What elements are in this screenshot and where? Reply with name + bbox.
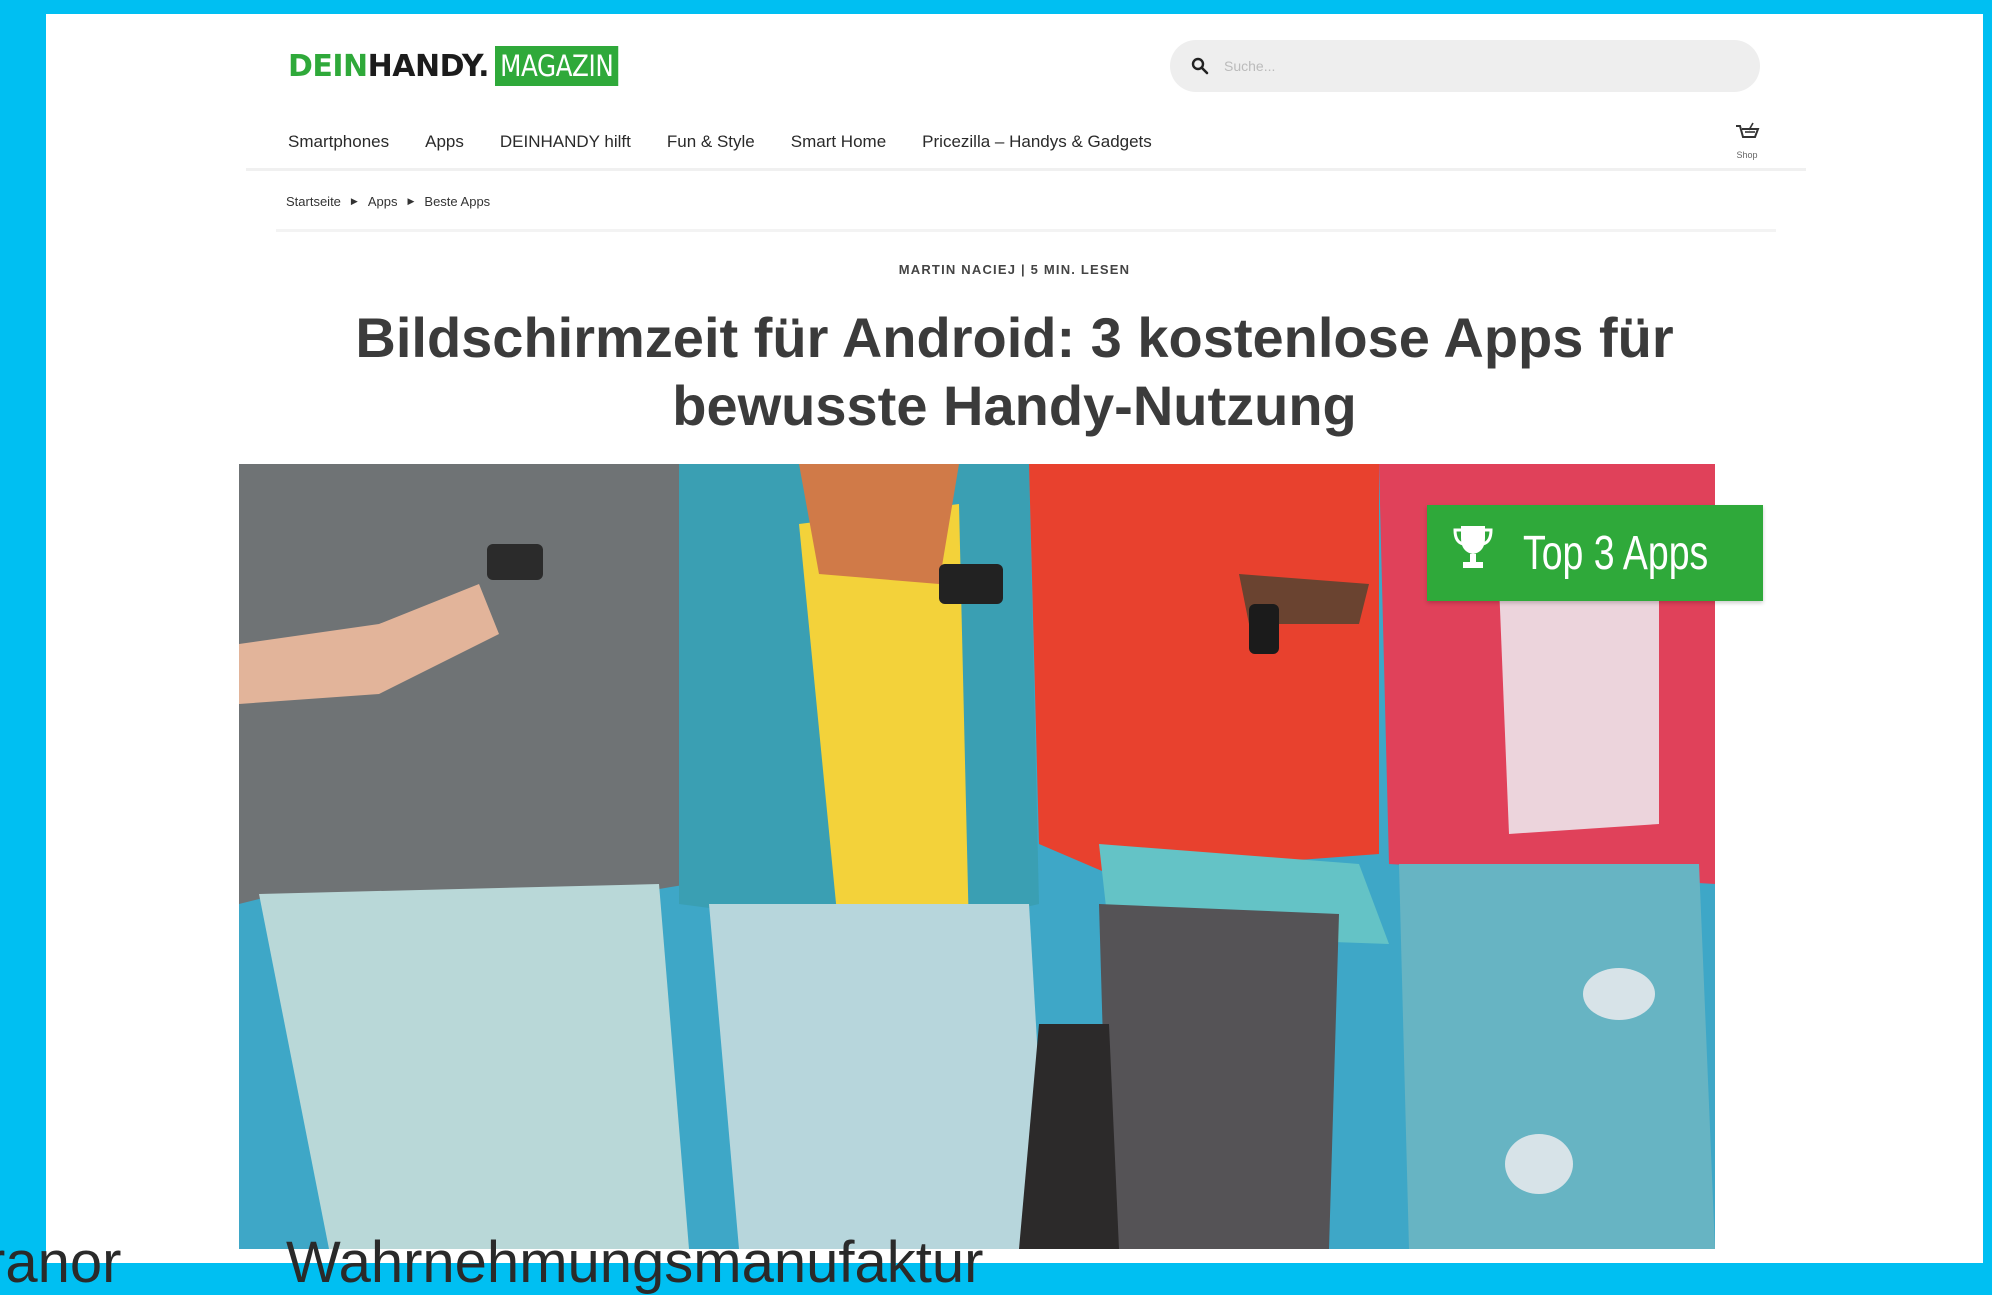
breadcrumb-startseite[interactable]: Startseite (286, 194, 341, 209)
nav-item-pricezilla[interactable]: Pricezilla – Handys & Gadgets (922, 132, 1152, 152)
nav-item-apps[interactable]: Apps (425, 132, 464, 152)
search-icon[interactable] (1188, 54, 1212, 78)
breadcrumb-separator-icon: ▶ (407, 196, 415, 206)
article-byline: MARTIN NACIEJ | 5 MIN. LESEN (898, 262, 1131, 277)
badge-text: Top 3 Apps (1523, 526, 1709, 580)
logo-tag: MAGAZIN (494, 46, 619, 86)
nav-item-smartphones[interactable]: Smartphones (288, 132, 389, 152)
overlay-word-1: ranor (0, 1230, 122, 1295)
overlay-word-2: Wahrnehmungsmanufaktur (286, 1230, 984, 1295)
search-bar[interactable] (1170, 40, 1760, 92)
nav-item-fun-style[interactable]: Fun & Style (667, 132, 755, 152)
breadcrumb-apps[interactable]: Apps (368, 194, 398, 209)
header-divider (246, 168, 1806, 171)
search-input[interactable] (1222, 57, 1746, 75)
cart-icon (1733, 122, 1761, 150)
breadcrumb-beste-apps[interactable]: Beste Apps (424, 194, 490, 209)
shop-link[interactable]: Shop (1730, 122, 1764, 160)
shop-label: Shop (1736, 150, 1758, 160)
breadcrumb-divider (276, 229, 1776, 232)
site-logo[interactable]: DEIN HANDY. MAGAZIN (288, 46, 640, 86)
top-apps-badge: Top 3 Apps (1427, 505, 1763, 601)
nav-item-smart-home[interactable]: Smart Home (791, 132, 886, 152)
breadcrumb-separator-icon: ▶ (350, 196, 358, 206)
article-title: Bildschirmzeit für Android: 3 kostenlose… (355, 306, 1674, 437)
logo-part-2: HANDY. (367, 48, 490, 84)
nav-item-deinhandy-hilft[interactable]: DEINHANDY hilft (500, 132, 631, 152)
logo-part-1: DEIN (288, 48, 368, 84)
breadcrumb: Startseite ▶ Apps ▶ Beste Apps (286, 194, 490, 209)
trophy-icon (1453, 524, 1493, 582)
main-nav: Smartphones Apps DEINHANDY hilft Fun & S… (288, 132, 1188, 152)
